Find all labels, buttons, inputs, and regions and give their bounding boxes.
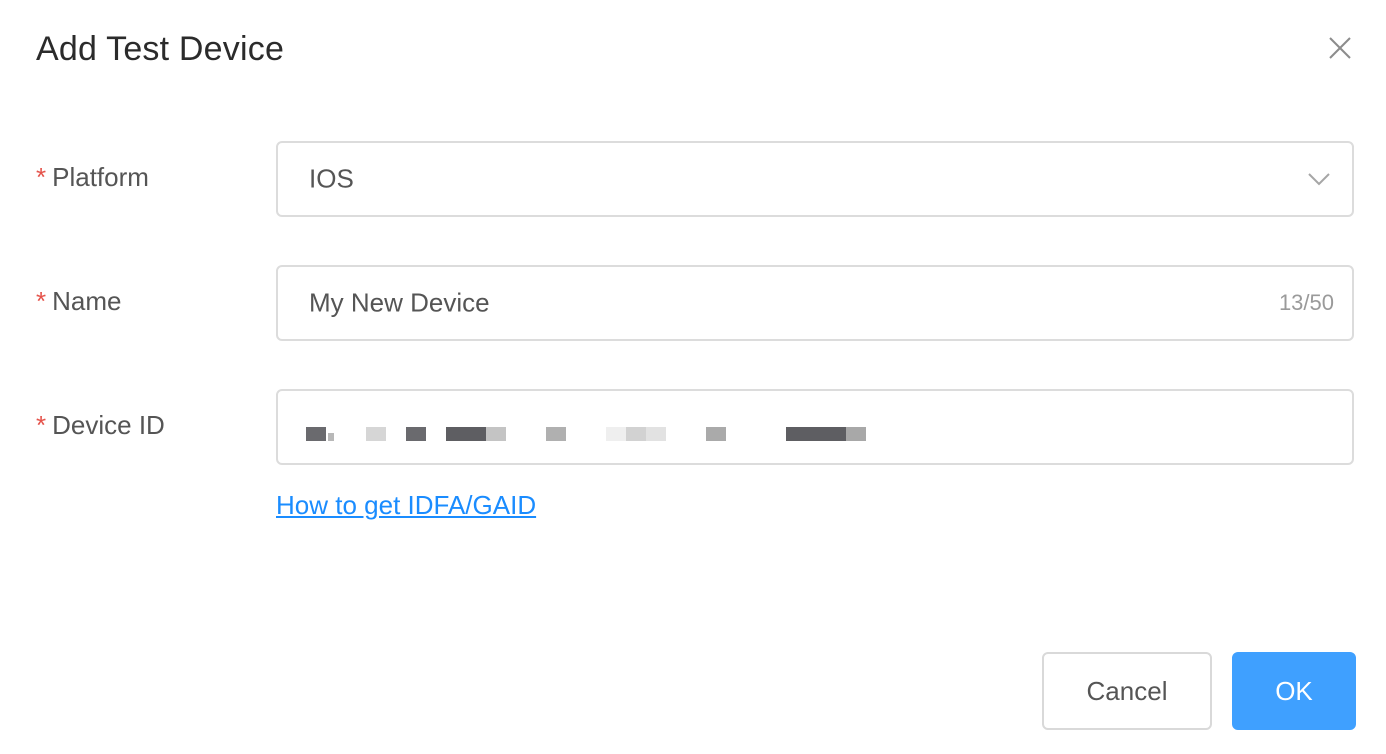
device-id-input[interactable]: [276, 389, 1354, 465]
required-mark: *: [36, 162, 47, 192]
device-id-label-text: Device ID: [52, 410, 165, 440]
platform-value: IOS: [309, 163, 354, 194]
name-label: * Name: [36, 286, 121, 317]
platform-label-text: Platform: [52, 162, 149, 192]
platform-label: * Platform: [36, 162, 149, 193]
add-test-device-dialog: Add Test Device * Platform IOS * Name My N…: [0, 0, 1386, 754]
platform-select[interactable]: IOS: [276, 141, 1354, 217]
cancel-button[interactable]: Cancel: [1042, 652, 1212, 730]
ok-button[interactable]: OK: [1232, 652, 1356, 730]
how-to-get-idfa-link[interactable]: How to get IDFA/GAID: [276, 490, 536, 521]
device-id-label: * Device ID: [36, 410, 165, 441]
required-mark: *: [36, 286, 47, 316]
redacted-device-id: [306, 427, 886, 443]
close-icon[interactable]: [1322, 30, 1358, 66]
dialog-title: Add Test Device: [36, 30, 285, 68]
required-mark: *: [36, 410, 47, 440]
name-char-counter: 13/50: [1278, 290, 1334, 315]
name-value: My New Device: [309, 287, 490, 318]
name-input[interactable]: My New Device 13/50: [276, 265, 1354, 341]
chevron-down-icon: [1306, 171, 1332, 187]
name-label-text: Name: [52, 286, 122, 316]
